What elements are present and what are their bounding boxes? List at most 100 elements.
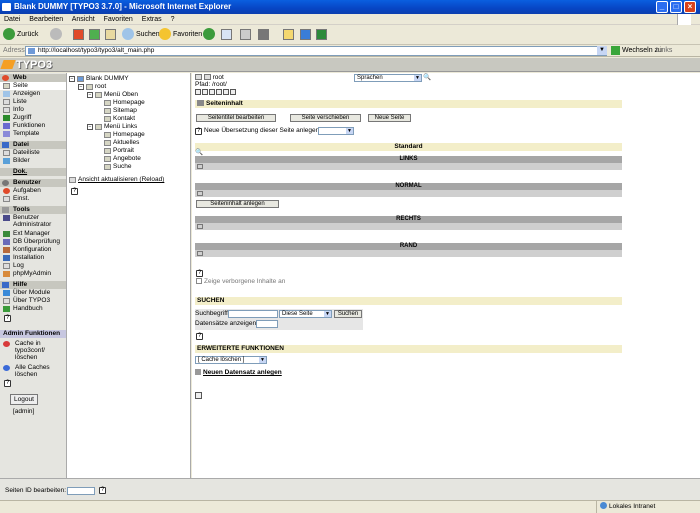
search-scope-select[interactable]: Diese Seite ▼ (279, 310, 332, 318)
refresh-button[interactable] (89, 28, 100, 42)
create-content-button[interactable]: Seiteninhalt anlegen (196, 200, 279, 208)
module-db-check[interactable]: DB Überprüfung (0, 238, 66, 246)
menu-bearbeiten[interactable]: Bearbeiten (29, 16, 63, 23)
module-zugriff[interactable]: Zugriff (0, 114, 66, 122)
module-group-benutzer[interactable]: Benutzer (0, 179, 66, 187)
module-info[interactable]: Info (0, 106, 66, 114)
go-button[interactable]: Wechseln zu (611, 45, 662, 57)
new-content-icon[interactable] (197, 164, 203, 169)
shortcut-icon[interactable] (195, 392, 202, 399)
menu-datei[interactable]: Datei (4, 16, 20, 23)
module-aufgaben[interactable]: Aufgaben (0, 187, 66, 195)
module-ueber-typo3[interactable]: Über TYPO3 (0, 297, 66, 305)
clear-all-caches[interactable]: Alle Caches löschen (0, 364, 66, 379)
folder-button[interactable] (283, 28, 294, 42)
tree-help-button[interactable]: ? (71, 188, 78, 195)
tree-node-sitemap[interactable]: Sitemap (104, 107, 137, 115)
mail-button[interactable] (221, 28, 232, 42)
language-search-icon[interactable]: 🔍 (423, 74, 431, 82)
module-phpmyadmin[interactable]: phpMyAdmin (0, 270, 66, 278)
tree-collapse-icon[interactable]: − (87, 92, 93, 98)
print-button[interactable] (240, 28, 251, 42)
columns-help-button[interactable]: ? (196, 270, 203, 277)
minimize-button[interactable]: _ (656, 1, 668, 13)
search-input[interactable] (228, 310, 278, 318)
translation-help-button[interactable]: ? (195, 128, 202, 135)
new-content-icon[interactable] (197, 191, 203, 196)
module-installation[interactable]: Installation (0, 254, 66, 262)
module-seite[interactable]: Seite (0, 82, 66, 90)
menu-favoriten[interactable]: Favoriten (104, 16, 133, 23)
tree-collapse-icon[interactable]: − (69, 76, 75, 82)
tree-node-site[interactable]: − Blank DUMMY (69, 75, 129, 83)
tree-node-suche[interactable]: Suche (104, 163, 131, 171)
tree-collapse-icon[interactable]: − (78, 84, 84, 90)
module-ext-manager[interactable]: Ext Manager (0, 230, 66, 238)
module-template[interactable]: Template (0, 130, 66, 138)
new-content-icon[interactable] (197, 224, 203, 229)
help-button-admin[interactable]: ? (4, 380, 11, 387)
move-page-button[interactable]: Seite verschieben (290, 114, 361, 122)
show-hidden-content[interactable]: Zeige verborgene Inhalte an (196, 278, 285, 286)
history-button[interactable] (203, 28, 215, 42)
module-group-tools[interactable]: Tools (0, 206, 66, 214)
edit-page-icon[interactable] (202, 89, 208, 95)
tree-reload-link[interactable]: Ansicht aktualisieren (Reload) (69, 176, 164, 184)
module-log[interactable]: Log (0, 262, 66, 270)
new-page-button[interactable]: Neue Seite (368, 114, 411, 122)
logout-button[interactable]: Logout (10, 394, 38, 405)
translation-select[interactable]: ▼ (318, 127, 354, 135)
records-input[interactable] (256, 320, 278, 328)
menu-help[interactable]: ? (171, 16, 175, 23)
edit-button[interactable] (258, 28, 269, 42)
history-icon[interactable] (209, 89, 215, 95)
module-konfiguration[interactable]: Konfiguration (0, 246, 66, 254)
favorites-button[interactable]: Favoriten (159, 28, 202, 42)
module-dateiliste[interactable]: Dateiliste (0, 149, 66, 157)
language-select[interactable]: Sprachen ▼ (354, 74, 422, 82)
page-id-help-button[interactable]: ? (99, 487, 106, 494)
move-icon[interactable] (223, 89, 229, 95)
show-hidden-checkbox[interactable] (196, 278, 202, 284)
research-button[interactable] (316, 28, 327, 42)
module-ueber-module[interactable]: Über Module (0, 289, 66, 297)
new-page-icon[interactable] (216, 89, 222, 95)
menu-extras[interactable]: Extras (142, 16, 162, 23)
info-icon[interactable] (230, 89, 236, 95)
tree-node-oben-homepage[interactable]: Homepage (104, 99, 145, 107)
tree-node-aktuelles[interactable]: Aktuelles (104, 139, 139, 147)
tree-node-angebote[interactable]: Angebote (104, 155, 141, 163)
tree-node-root[interactable]: − root (78, 83, 106, 91)
module-group-web[interactable]: Web (0, 74, 66, 82)
maximize-button[interactable]: □ (670, 1, 682, 13)
messenger-button[interactable] (300, 28, 311, 42)
view-icon[interactable] (195, 89, 201, 95)
links-toolbar[interactable]: Links (656, 45, 672, 57)
new-content-icon[interactable] (197, 251, 203, 256)
module-group-datei[interactable]: Datei (0, 141, 66, 149)
forward-button[interactable] (50, 28, 62, 42)
module-handbuch[interactable]: Handbuch (0, 305, 66, 313)
search-help-button[interactable]: ? (196, 333, 203, 340)
module-bilder[interactable]: Bilder (0, 157, 66, 165)
back-button[interactable]: Zurück (3, 28, 38, 42)
close-button[interactable]: × (684, 1, 696, 13)
edit-page-title-button[interactable]: Seitentitel bearbeiten (196, 114, 276, 122)
tree-collapse-icon[interactable]: − (87, 124, 93, 130)
home-button[interactable] (105, 28, 116, 42)
module-liste[interactable]: Liste (0, 98, 66, 106)
module-group-dok[interactable]: Dok. (0, 168, 66, 176)
search-button[interactable]: Suchen (122, 28, 160, 42)
address-dropdown-button[interactable]: ▼ (597, 46, 607, 55)
tree-node-kontakt[interactable]: Kontakt (104, 115, 135, 123)
module-benutzer-admin[interactable]: Benutzer Administrator (0, 214, 66, 230)
address-input[interactable]: http://localhost/typo3/typo3/alt_main.ph… (25, 46, 607, 56)
help-button[interactable]: ? (4, 315, 11, 322)
module-funktionen[interactable]: Funktionen (0, 122, 66, 130)
page-id-input[interactable] (67, 487, 95, 495)
module-anzeigen[interactable]: Anzeigen (0, 90, 66, 98)
menu-ansicht[interactable]: Ansicht (72, 16, 95, 23)
module-group-hilfe[interactable]: Hilfe (0, 281, 66, 289)
clear-cache-typo3conf[interactable]: Cache in typo3conf/ löschen (0, 340, 66, 362)
cache-select[interactable]: [ Cache löschen ] ▼ (195, 356, 267, 364)
